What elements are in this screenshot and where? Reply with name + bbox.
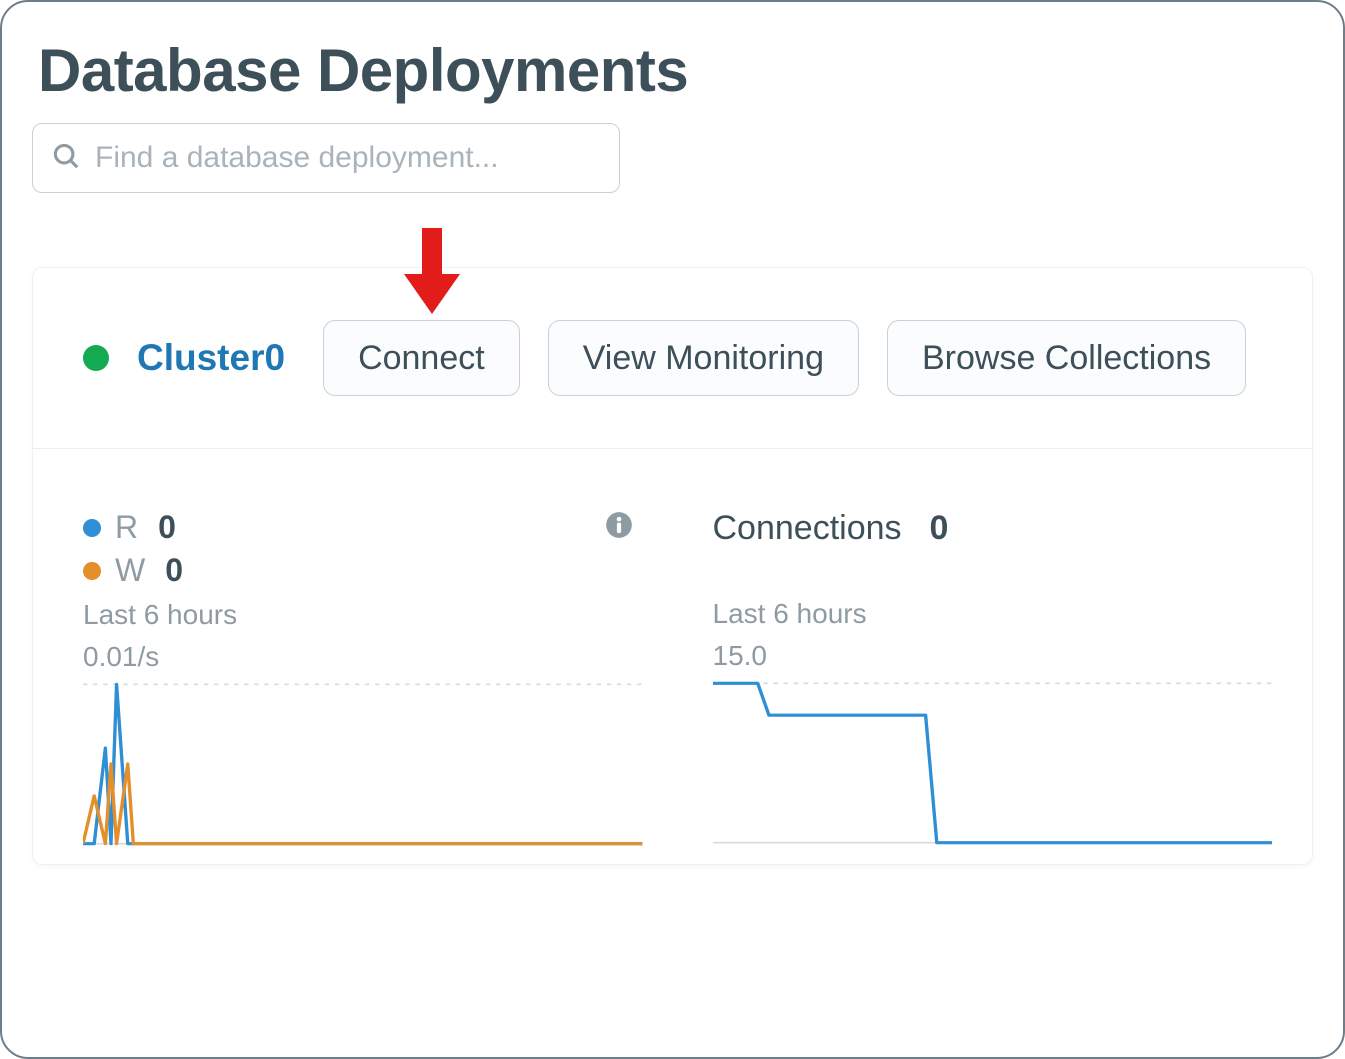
info-icon[interactable] — [605, 511, 633, 544]
status-indicator-icon — [83, 345, 109, 371]
search-input[interactable] — [95, 141, 601, 175]
cluster-name-link[interactable]: Cluster0 — [137, 337, 285, 379]
legend-w-value: 0 — [165, 552, 183, 589]
legend-r-label: R — [115, 509, 138, 546]
legend-w: W 0 — [83, 552, 643, 589]
rw-ymax: 0.01/s — [83, 641, 643, 673]
search-icon — [51, 141, 81, 176]
legend-r-value: 0 — [158, 509, 176, 546]
view-monitoring-button[interactable]: View Monitoring — [548, 320, 859, 396]
connections-title: Connections — [713, 509, 902, 548]
rw-chart — [83, 679, 643, 849]
page-frame: Database Deployments Cluster0 Connect Vi… — [0, 0, 1345, 1059]
connections-period: Last 6 hours — [713, 598, 1273, 630]
rw-period: Last 6 hours — [83, 599, 643, 631]
legend-w-label: W — [115, 552, 145, 589]
cluster-header: Cluster0 Connect View Monitoring Browse … — [33, 268, 1312, 449]
browse-collections-button[interactable]: Browse Collections — [887, 320, 1246, 396]
connections-value: 0 — [930, 509, 949, 548]
connections-panel: Connections 0 Last 6 hours 15.0 — [713, 509, 1273, 854]
metrics-row: R 0 W 0 Last 6 hours 0.01/s — [33, 449, 1312, 854]
page-title: Database Deployments — [38, 36, 1313, 105]
legend-r: R 0 — [83, 509, 643, 546]
search-field[interactable] — [32, 123, 620, 193]
connections-chart — [713, 678, 1273, 848]
rw-panel: R 0 W 0 Last 6 hours 0.01/s — [83, 509, 643, 854]
connections-ymax: 15.0 — [713, 640, 1273, 672]
connect-button[interactable]: Connect — [323, 320, 520, 396]
connections-heading: Connections 0 — [713, 509, 1273, 548]
dot-icon — [83, 519, 101, 537]
dot-icon — [83, 562, 101, 580]
cluster-card: Cluster0 Connect View Monitoring Browse … — [32, 267, 1313, 865]
